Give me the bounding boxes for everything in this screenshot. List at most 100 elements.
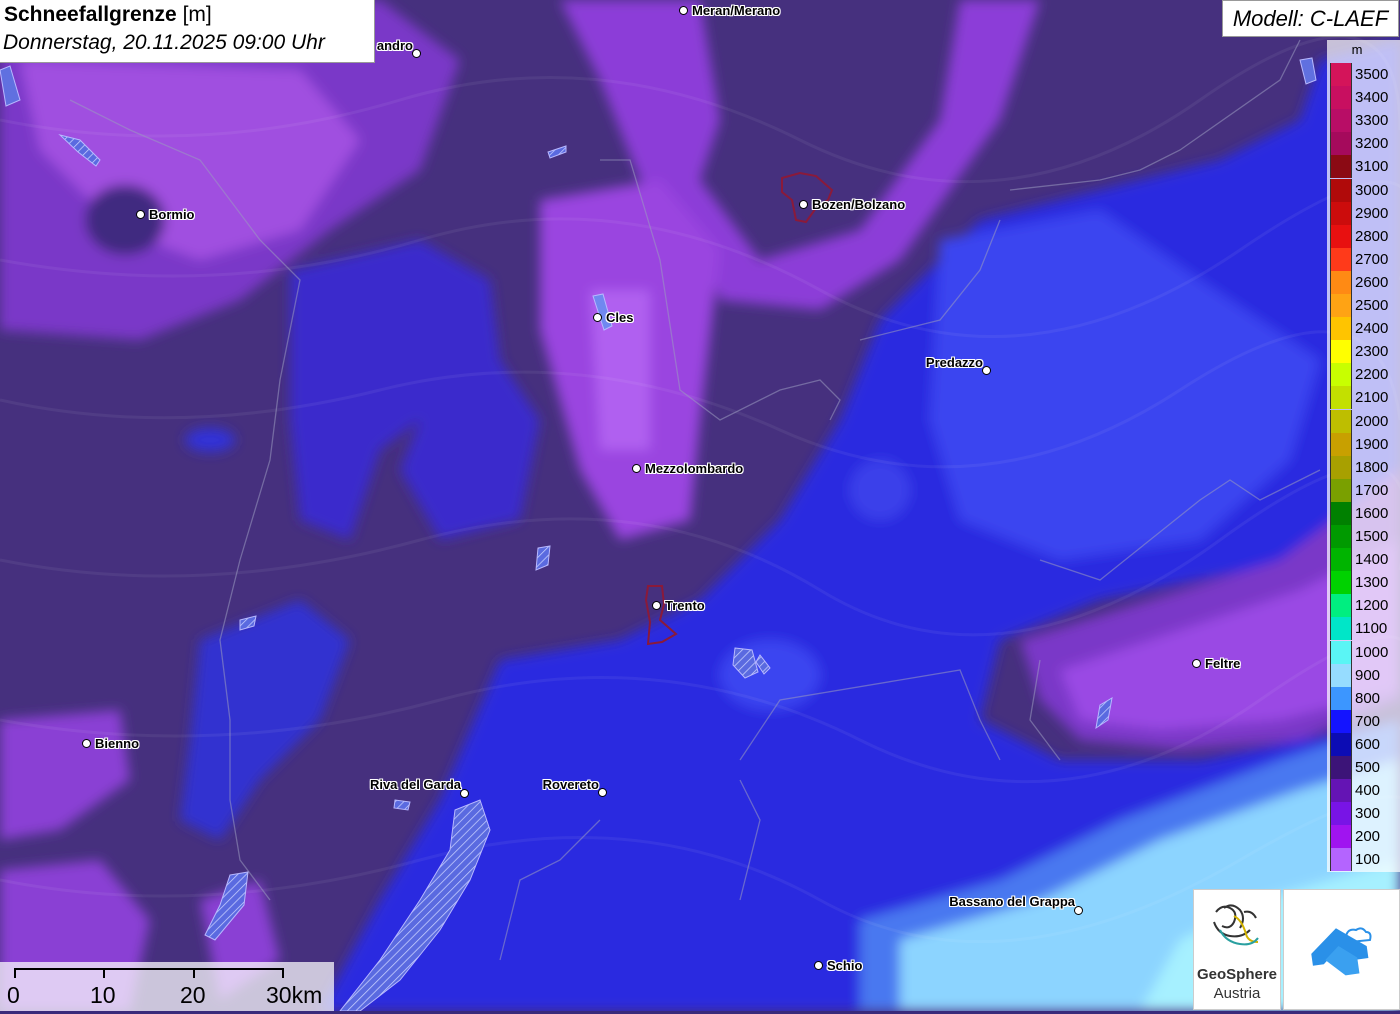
city-label[interactable]: Mezzolombardo: [645, 461, 743, 476]
legend-entry-400: 400: [1330, 779, 1400, 803]
scale-tick: [103, 968, 105, 978]
legend-swatch: [1330, 63, 1352, 86]
legend-swatch: [1330, 779, 1352, 803]
legend-swatch: [1330, 802, 1352, 826]
city-dot[interactable]: [82, 739, 91, 748]
scale-label-0: 0: [7, 982, 20, 1008]
legend-swatch: [1330, 709, 1352, 733]
legend-label: 800: [1355, 689, 1381, 707]
city-dot[interactable]: [593, 313, 602, 322]
legend-swatch: [1330, 363, 1352, 387]
legend-label: 1400: [1355, 551, 1389, 569]
legend-swatch: [1330, 386, 1352, 410]
city-dot[interactable]: [814, 961, 823, 970]
city-dot[interactable]: [460, 789, 469, 798]
legend-label: 200: [1355, 828, 1381, 846]
geosphere-country: Austria: [1213, 985, 1261, 1002]
scale-label-10: 10: [90, 982, 116, 1008]
legend-entry-2900: 2900: [1330, 201, 1400, 225]
legend-entry-2800: 2800: [1330, 224, 1400, 248]
legend-label: 2300: [1355, 343, 1389, 361]
legend-entry-1200: 1200: [1330, 594, 1400, 618]
legend-label: 1300: [1355, 574, 1389, 592]
legend-swatch: [1330, 455, 1352, 479]
city-label[interactable]: Bormio: [149, 207, 195, 222]
city-label[interactable]: Feltre: [1205, 656, 1240, 671]
legend-swatch: [1330, 294, 1352, 317]
legend-label: 2900: [1355, 204, 1389, 222]
scale-bar: 0 10 20 30km: [0, 962, 334, 1011]
legend-label: 3300: [1355, 112, 1389, 130]
legend-entry-1900: 1900: [1330, 432, 1400, 456]
legend-swatch: [1330, 432, 1352, 456]
city-label[interactable]: Bienno: [95, 736, 139, 751]
city-label[interactable]: Bozen/Bolzano: [812, 197, 905, 212]
city-dot[interactable]: [1074, 906, 1083, 915]
legend-label: 2700: [1355, 250, 1389, 268]
city-dot[interactable]: [632, 464, 641, 473]
legend-label: 700: [1355, 712, 1381, 730]
legend-entry-2500: 2500: [1330, 294, 1400, 317]
scale-bar-line: [14, 968, 283, 970]
legend-label: 3100: [1355, 158, 1389, 176]
legend-entry-100: 100: [1330, 848, 1400, 872]
legend-swatch: [1330, 825, 1352, 849]
legend-entry-2700: 2700: [1330, 247, 1400, 271]
legend-swatch: [1330, 224, 1352, 248]
city-dot[interactable]: [982, 366, 991, 375]
legend-entry-3200: 3200: [1330, 132, 1400, 156]
legend-swatch: [1330, 571, 1352, 595]
legend-label: 400: [1355, 782, 1381, 800]
map-title-box: Schneefallgrenze [m] Donnerstag, 20.11.2…: [0, 0, 375, 63]
city-label[interactable]: Riva del Garda: [370, 777, 461, 792]
legend-entry-1600: 1600: [1330, 501, 1400, 525]
legend-label: 1600: [1355, 504, 1389, 522]
city-dot[interactable]: [136, 210, 145, 219]
legend-entry-1100: 1100: [1330, 617, 1400, 641]
legend-entry-500: 500: [1330, 756, 1400, 779]
city-label[interactable]: Trento: [665, 598, 705, 613]
scale-label-30km: 30km: [266, 982, 323, 1008]
legend-swatch: [1330, 317, 1352, 341]
city-label[interactable]: Schio: [827, 958, 862, 973]
legend-label: 1800: [1355, 458, 1389, 476]
map-datetime: Donnerstag, 20.11.2025 09:00 Uhr: [3, 31, 325, 54]
city-dot[interactable]: [652, 601, 661, 610]
geosphere-emblem-icon: [1213, 904, 1259, 946]
geosphere-logo[interactable]: GeoSphere Austria: [1193, 889, 1281, 1010]
legend-entry-1400: 1400: [1330, 548, 1400, 572]
city-label[interactable]: Predazzo: [926, 355, 983, 370]
legend-entry-3500: 3500: [1330, 63, 1400, 86]
weather-app-logo[interactable]: [1283, 889, 1400, 1010]
city-dot[interactable]: [1192, 659, 1201, 668]
model-label: Modell: C-LAEF: [1222, 0, 1399, 37]
legend-swatch: [1330, 501, 1352, 525]
legend-entry-1500: 1500: [1330, 525, 1400, 548]
legend-entry-700: 700: [1330, 709, 1400, 733]
legend-swatch: [1330, 732, 1352, 756]
legend-entry-800: 800: [1330, 686, 1400, 710]
legend-swatch: [1330, 155, 1352, 179]
legend-swatch: [1330, 663, 1352, 687]
city-dot[interactable]: [679, 6, 688, 15]
legend-swatch: [1330, 178, 1352, 202]
city-dot[interactable]: [598, 788, 607, 797]
legend-entry-3300: 3300: [1330, 109, 1400, 133]
legend-entry-1300: 1300: [1330, 571, 1400, 595]
city-label[interactable]: andro: [377, 38, 413, 53]
legend-swatch: [1330, 247, 1352, 271]
legend-swatch: [1330, 594, 1352, 618]
city-dot[interactable]: [412, 49, 421, 58]
legend-label: 1900: [1355, 435, 1389, 453]
map-title: Schneefallgrenze [m]: [4, 3, 212, 26]
color-legend: m 3500 3400 3300 3200 3100 3000 2900 2800 2700 26…: [1327, 40, 1400, 872]
city-dot[interactable]: [799, 200, 808, 209]
city-label[interactable]: Rovereto: [543, 777, 599, 792]
snowfall-line-map[interactable]: [0, 0, 1400, 1011]
legend-unit: m: [1351, 42, 1363, 57]
city-label[interactable]: Meran/Merano: [692, 3, 780, 18]
legend-swatch: [1330, 640, 1352, 664]
city-label[interactable]: Bassano del Grappa: [949, 894, 1075, 909]
geosphere-name: GeoSphere: [1196, 966, 1278, 983]
city-label[interactable]: Cles: [606, 310, 633, 325]
